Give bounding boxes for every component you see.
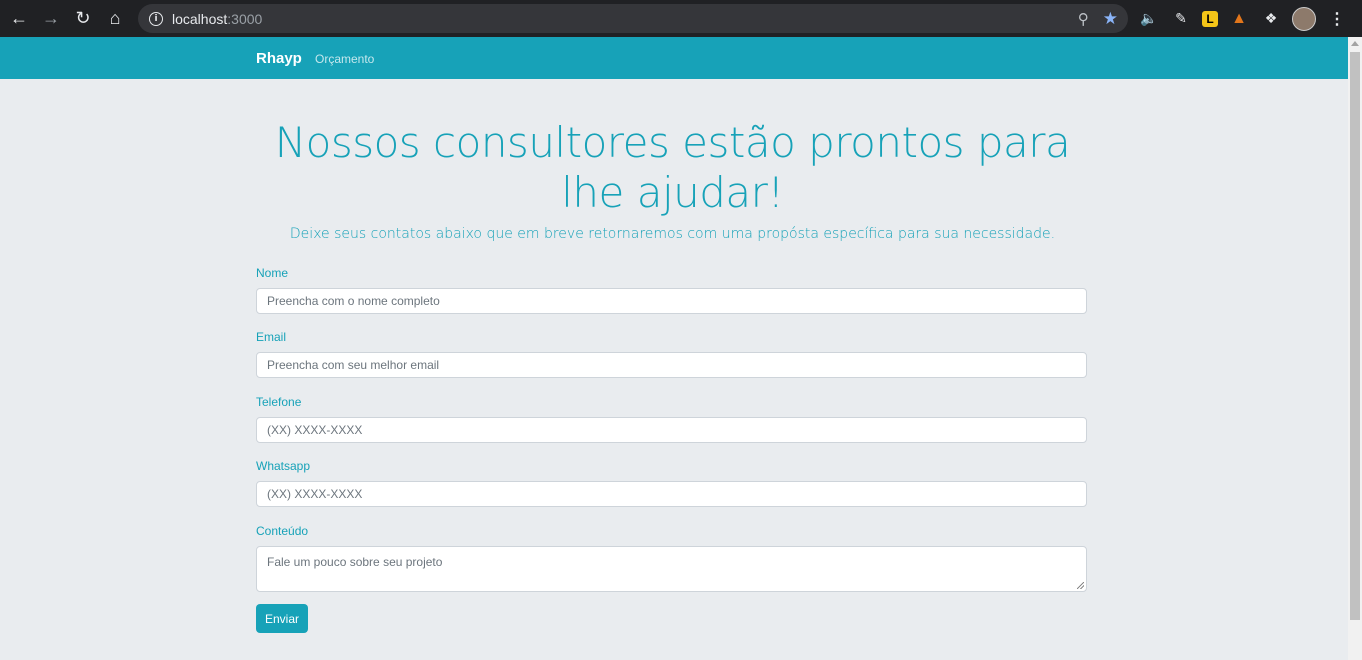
menu-dots-icon[interactable]: ⋮ [1326,8,1348,30]
nome-input[interactable]: Preencha com o nome completo [256,288,1087,314]
conteudo-label: Conteúdo [256,524,309,538]
whatsapp-label: Whatsapp [256,459,311,473]
l-extension-icon[interactable]: L [1202,10,1218,27]
reload-icon[interactable]: ↻ [67,0,99,37]
avatar[interactable] [1292,6,1316,31]
page-subtitle: Deixe seus contatos abaixo que em breve … [289,226,1056,242]
nome-label: Nome [256,266,289,280]
pen-extension-icon[interactable]: ✎ [1170,8,1192,30]
whatsapp-input[interactable]: (XX) XXXX-XXXX [256,481,1087,507]
telefone-label: Telefone [256,395,302,409]
zoom-icon[interactable]: ⚲ [1078,10,1089,28]
info-icon[interactable]: i [149,11,163,26]
home-icon[interactable]: ⌂ [99,0,131,37]
resize-handle-icon[interactable] [1077,582,1084,589]
enviar-button[interactable]: Enviar [256,604,308,633]
url-text[interactable]: localhost:3000 [172,11,262,27]
conteudo-textarea[interactable]: Fale um pouco sobre seu projeto [256,546,1087,592]
conteudo-placeholder: Fale um pouco sobre seu projeto [267,555,443,569]
puzzle-icon[interactable]: ❖ [1260,8,1282,30]
navbar-brand[interactable]: Rhayp [256,50,302,67]
scroll-thumb[interactable] [1350,52,1360,620]
forward-arrow-icon[interactable]: → [35,0,67,37]
nav-link-orcamento[interactable]: Orçamento [315,52,374,66]
browser-toolbar: ← → ↻ ⌂ i localhost:3000 ⚲ ★ 🔈 ✎ L ▲ ❖ ⋮ [0,0,1362,37]
star-icon[interactable]: ★ [1103,9,1118,29]
page-title: Nossos consultores estão prontos para lh… [274,118,1071,217]
metamask-fox-icon[interactable]: ▲ [1228,8,1250,30]
email-label: Email [256,330,287,344]
address-bar[interactable]: i localhost:3000 ⚲ ★ [138,4,1128,33]
scroll-up-arrow-icon[interactable] [1351,41,1359,46]
back-arrow-icon[interactable]: ← [3,0,35,37]
email-input[interactable]: Preencha com seu melhor email [256,352,1087,378]
telefone-input[interactable]: (XX) XXXX-XXXX [256,417,1087,443]
speaker-icon[interactable]: 🔈 [1138,8,1160,30]
page-scrollbar[interactable] [1348,37,1362,660]
site-navbar: Rhayp Orçamento [0,37,1348,79]
